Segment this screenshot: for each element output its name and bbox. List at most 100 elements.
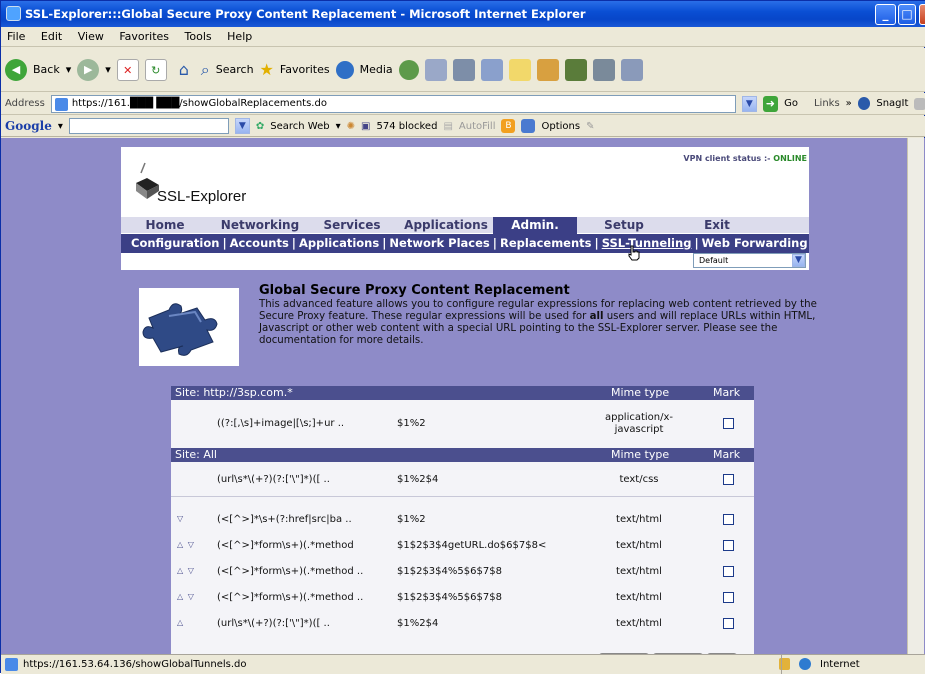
subnav-replacements[interactable]: Replacements xyxy=(500,236,592,250)
home-icon[interactable]: ⌂ xyxy=(173,59,195,81)
research-icon[interactable] xyxy=(564,58,587,81)
address-dropdown-icon[interactable]: ▼ xyxy=(742,95,757,112)
menu-favorites[interactable]: Favorites xyxy=(119,30,169,43)
menu-help[interactable]: Help xyxy=(227,30,252,43)
edit-icon[interactable] xyxy=(480,58,503,81)
blogger-icon[interactable]: B xyxy=(501,119,516,133)
menu-view[interactable]: View xyxy=(78,30,104,43)
media-button-label[interactable]: Media xyxy=(360,63,393,76)
pattern-cell[interactable]: (url\s*\(+?)(?:['\"]*)([ .. xyxy=(217,474,330,485)
subnav-web-forwarding[interactable]: Web Forwarding xyxy=(702,236,808,250)
subnav-configuration[interactable]: Configuration xyxy=(131,236,219,250)
search-web-dropdown-icon[interactable]: ▾ xyxy=(336,121,341,132)
mark-checkbox[interactable] xyxy=(723,592,734,603)
search-web-label[interactable]: Search Web xyxy=(270,121,329,132)
mark-checkbox[interactable] xyxy=(723,566,734,577)
mark-checkbox[interactable] xyxy=(723,474,734,485)
mark-checkbox[interactable] xyxy=(723,418,734,429)
subnav-applications[interactable]: Applications xyxy=(299,236,379,250)
mark-checkbox[interactable] xyxy=(723,618,734,629)
address-input[interactable]: https://161.███ ███/showGlobalReplacemen… xyxy=(50,94,737,113)
go-arrow-icon[interactable]: ➜ xyxy=(762,95,779,112)
back-arrow-icon[interactable]: ◀ xyxy=(5,58,27,81)
tools-icon[interactable] xyxy=(592,58,615,81)
table-row[interactable]: △ ▽ (<[^>]*form\s+)(.*method .. $1$2$3$4… xyxy=(171,558,754,586)
blocked-count[interactable]: 574 blocked xyxy=(376,121,437,132)
tab-networking[interactable]: Networking xyxy=(213,217,307,234)
subnav-ssl-tunneling[interactable]: SSL-Tunneling xyxy=(602,236,692,250)
google-search-input[interactable] xyxy=(68,118,229,134)
search-button-label[interactable]: Search xyxy=(216,63,254,76)
search-icon[interactable]: ⌕ xyxy=(201,60,210,80)
autofill-label[interactable]: AutoFill xyxy=(459,121,496,132)
mark-checkbox[interactable] xyxy=(723,540,734,551)
discuss-icon[interactable] xyxy=(508,58,531,81)
move-up-down-icon[interactable]: △ ▽ xyxy=(177,540,195,549)
table-row[interactable]: (url\s*\(+?)(?:['\"]*)([ .. $1%2$4 text/… xyxy=(171,466,754,494)
pattern-cell[interactable]: ((?:[,\s]+image|[\s;]+ur .. xyxy=(217,418,344,429)
tab-exit[interactable]: Exit xyxy=(677,217,757,234)
google-menu-icon[interactable]: ▾ xyxy=(58,121,63,132)
refresh-icon[interactable]: ↻ xyxy=(144,58,167,81)
minimize-icon[interactable]: _ xyxy=(875,4,896,25)
table-row[interactable]: ▽ (<[^>]*\s+(?:href|src|ba .. $1%2 text/… xyxy=(171,506,754,534)
messenger-icon[interactable] xyxy=(536,58,559,81)
tab-admin[interactable]: Admin. xyxy=(493,217,577,234)
favorites-button-label[interactable]: Favorites xyxy=(280,63,330,76)
move-up-down-icon[interactable]: △ ▽ xyxy=(177,566,195,575)
move-up-down-icon[interactable]: △ ▽ xyxy=(177,592,195,601)
pattern-cell[interactable]: (<[^>]*form\s+)(.*method .. xyxy=(217,592,363,603)
tab-setup[interactable]: Setup xyxy=(581,217,667,234)
maximize-icon[interactable]: □ xyxy=(898,4,916,25)
tab-applications[interactable]: Applications xyxy=(399,217,493,234)
table-row[interactable]: △ (url\s*\(+?)(?:['\"]*)([ .. $1%2$4 tex… xyxy=(171,610,754,638)
table-row[interactable]: △ ▽ (<[^>]*form\s+)(.*method .. $1$2$3$4… xyxy=(171,584,754,612)
menu-file[interactable]: File xyxy=(7,30,25,43)
favorites-star-icon[interactable]: ★ xyxy=(260,60,274,79)
table-row[interactable]: △ ▽ (<[^>]*form\s+)(.*method $1$2$3$4get… xyxy=(171,532,754,560)
subnav-accounts[interactable]: Accounts xyxy=(230,236,289,250)
links-label[interactable]: Links xyxy=(814,98,840,109)
menu-edit[interactable]: Edit xyxy=(41,30,62,43)
history-icon[interactable] xyxy=(398,59,419,80)
back-dropdown-icon[interactable]: ▾ xyxy=(66,63,72,76)
close-icon[interactable] xyxy=(919,4,925,25)
highlight-pen-icon[interactable]: ✎ xyxy=(586,121,594,132)
search-web-icon[interactable]: ✿ xyxy=(256,121,264,132)
ie-icon xyxy=(6,6,21,21)
media-icon[interactable] xyxy=(335,60,354,79)
profile-select-dropdown-icon[interactable]: ▼ xyxy=(792,254,805,267)
google-search-dropdown-icon[interactable]: ▼ xyxy=(234,118,250,134)
snagit-label[interactable]: SnagIt xyxy=(876,98,908,109)
tab-services[interactable]: Services xyxy=(309,217,395,234)
menu-tools[interactable]: Tools xyxy=(185,30,212,43)
users-icon[interactable] xyxy=(620,58,643,81)
move-up-icon[interactable]: △ xyxy=(177,618,184,627)
table-row[interactable]: ((?:[,\s]+image|[\s;]+ur .. $1%2 applica… xyxy=(171,410,754,438)
forward-dropdown-icon[interactable]: ▾ xyxy=(105,63,111,76)
google-logo[interactable]: Google xyxy=(5,119,52,133)
snagit-icon[interactable] xyxy=(857,97,871,110)
options-label[interactable]: Options xyxy=(541,121,580,132)
go-button-label[interactable]: Go xyxy=(784,98,798,109)
page-rank-icon[interactable]: ✺ xyxy=(347,121,355,132)
pattern-cell[interactable]: (url\s*\(+?)(?:['\"]*)([ .. xyxy=(217,618,330,629)
back-button-label[interactable]: Back xyxy=(33,63,60,76)
mail-icon[interactable] xyxy=(424,58,447,81)
mark-checkbox[interactable] xyxy=(723,514,734,525)
subnav-network-places[interactable]: Network Places xyxy=(389,236,489,250)
links-expand-icon[interactable]: » xyxy=(846,98,852,109)
pattern-cell[interactable]: (<[^>]*form\s+)(.*method xyxy=(217,540,354,551)
profile-select[interactable]: Default ▼ xyxy=(693,253,806,268)
pattern-cell[interactable]: (<[^>]*\s+(?:href|src|ba .. xyxy=(217,514,352,525)
snagit-window-icon[interactable] xyxy=(914,97,925,110)
stop-icon[interactable]: ✕ xyxy=(116,58,139,81)
tab-home[interactable]: Home xyxy=(121,217,209,234)
pattern-cell[interactable]: (<[^>]*form\s+)(.*method .. xyxy=(217,566,363,577)
print-icon[interactable] xyxy=(452,58,475,81)
move-down-icon[interactable]: ▽ xyxy=(177,514,184,523)
vpn-status: VPN client status :- ONLINE xyxy=(683,154,807,163)
forward-arrow-icon[interactable]: ▶ xyxy=(77,58,100,81)
options-icon[interactable] xyxy=(521,119,536,133)
vertical-scrollbar[interactable] xyxy=(907,138,924,654)
